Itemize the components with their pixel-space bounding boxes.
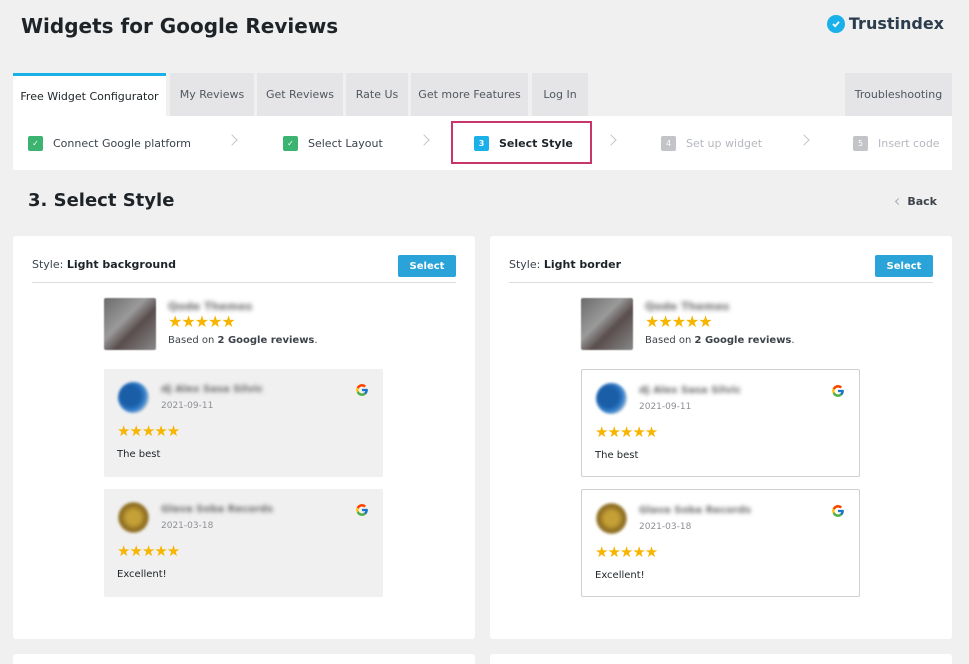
review-date: 2021-03-18 xyxy=(639,522,692,532)
style-card-light-background: Style: Light background Select Qode Them… xyxy=(13,236,475,639)
reviewer-name: dj Alex Sasa Silvic xyxy=(639,385,742,396)
based-on-text: Based on 2 Google reviews. xyxy=(645,335,795,346)
style-card-partial xyxy=(13,654,475,664)
review-date: 2021-03-18 xyxy=(161,521,214,531)
reviewer-name: Glava Soba Records xyxy=(161,504,273,515)
step-select-layout[interactable]: ✓ Select Layout xyxy=(283,116,383,170)
review-card: dj Alex Sasa Silvic 2021-09-11 ★★★★★ The… xyxy=(581,369,860,477)
select-button[interactable]: Select xyxy=(875,255,933,277)
card-header: Style: Light border Select xyxy=(509,251,933,283)
tab-free-widget-configurator[interactable]: Free Widget Configurator xyxy=(13,73,166,116)
step-connect-google-platform[interactable]: ✓ Connect Google platform xyxy=(28,116,191,170)
google-icon xyxy=(356,504,368,516)
review-text: The best xyxy=(595,450,639,461)
reviewer-name: Glava Soba Records xyxy=(639,505,751,516)
review-stars: ★★★★★ xyxy=(117,542,180,560)
chevron-right-icon xyxy=(605,134,617,146)
review-stars: ★★★★★ xyxy=(595,543,658,561)
avatar xyxy=(118,382,149,413)
step-label: Insert code xyxy=(878,136,940,150)
step-select-style[interactable]: 3 Select Style xyxy=(474,116,573,170)
chevron-right-icon xyxy=(418,134,430,146)
tab-rate-us[interactable]: Rate Us xyxy=(346,73,408,116)
google-icon xyxy=(832,385,844,397)
check-circle-icon xyxy=(826,14,845,33)
page-title: Widgets for Google Reviews xyxy=(21,14,339,38)
style-label: Style: Light border xyxy=(509,258,622,271)
widget-header: Qode Themes ★★★★★ Based on 2 Google revi… xyxy=(104,298,318,350)
step-label: Select Layout xyxy=(308,136,383,150)
tab-get-more-features[interactable]: Get more Features xyxy=(411,73,528,116)
review-card: Glava Soba Records 2021-03-18 ★★★★★ Exce… xyxy=(104,489,383,597)
tab-bar: Free Widget Configurator My Reviews Get … xyxy=(13,73,956,116)
avatar xyxy=(596,503,627,534)
step-label: Select Style xyxy=(499,136,573,150)
avatar xyxy=(596,383,627,414)
chevron-left-icon xyxy=(895,197,903,206)
business-name: Qode Themes xyxy=(645,300,730,313)
reviewer-name: dj Alex Sasa Silvic xyxy=(161,384,264,395)
chevron-right-icon xyxy=(226,134,238,146)
step-check-icon: ✓ xyxy=(28,135,43,151)
step-number: 4 xyxy=(661,135,676,151)
review-date: 2021-09-11 xyxy=(639,402,692,412)
avatar xyxy=(118,502,149,533)
review-date: 2021-09-11 xyxy=(161,401,214,411)
business-name: Qode Themes xyxy=(168,300,253,313)
based-on-text: Based on 2 Google reviews. xyxy=(168,335,318,346)
business-photo xyxy=(581,298,633,350)
style-card-light-border: Style: Light border Select Qode Themes ★… xyxy=(490,236,952,639)
review-card: Glava Soba Records 2021-03-18 ★★★★★ Exce… xyxy=(581,489,860,597)
brand-name: Trustindex xyxy=(848,14,944,33)
review-text: The best xyxy=(117,449,161,460)
step-set-up-widget: 4 Set up widget xyxy=(661,116,762,170)
review-stars: ★★★★★ xyxy=(117,422,180,440)
select-button[interactable]: Select xyxy=(398,255,456,277)
tab-troubleshooting[interactable]: Troubleshooting xyxy=(845,73,952,116)
review-card: dj Alex Sasa Silvic 2021-09-11 ★★★★★ The… xyxy=(104,369,383,477)
review-stars: ★★★★★ xyxy=(595,423,658,441)
back-button[interactable]: Back xyxy=(895,195,937,208)
chevron-right-icon xyxy=(798,134,810,146)
step-label: Connect Google platform xyxy=(53,136,192,150)
back-label: Back xyxy=(907,195,937,208)
style-card-partial xyxy=(490,654,952,664)
trustindex-logo[interactable]: Trustindex xyxy=(826,14,944,33)
tab-log-in[interactable]: Log In xyxy=(532,73,588,116)
review-text: Excellent! xyxy=(117,569,167,580)
tab-my-reviews[interactable]: My Reviews xyxy=(170,73,254,116)
review-text: Excellent! xyxy=(595,570,645,581)
google-icon xyxy=(832,505,844,517)
rating-stars: ★★★★★ xyxy=(168,312,236,331)
rating-stars: ★★★★★ xyxy=(645,312,713,331)
step-progress-bar: ✓ Connect Google platform ✓ Select Layou… xyxy=(13,116,952,170)
step-label: Set up widget xyxy=(686,136,763,150)
step-number: 5 xyxy=(853,135,868,151)
card-header: Style: Light background Select xyxy=(32,251,456,283)
google-icon xyxy=(356,384,368,396)
widget-header: Qode Themes ★★★★★ Based on 2 Google revi… xyxy=(581,298,795,350)
section-title: 3. Select Style xyxy=(28,190,175,211)
step-number: 3 xyxy=(474,135,489,151)
step-check-icon: ✓ xyxy=(283,135,298,151)
step-insert-code: 5 Insert code xyxy=(853,116,940,170)
style-label: Style: Light background xyxy=(32,258,176,271)
business-photo xyxy=(104,298,156,350)
tab-get-reviews[interactable]: Get Reviews xyxy=(257,73,343,116)
